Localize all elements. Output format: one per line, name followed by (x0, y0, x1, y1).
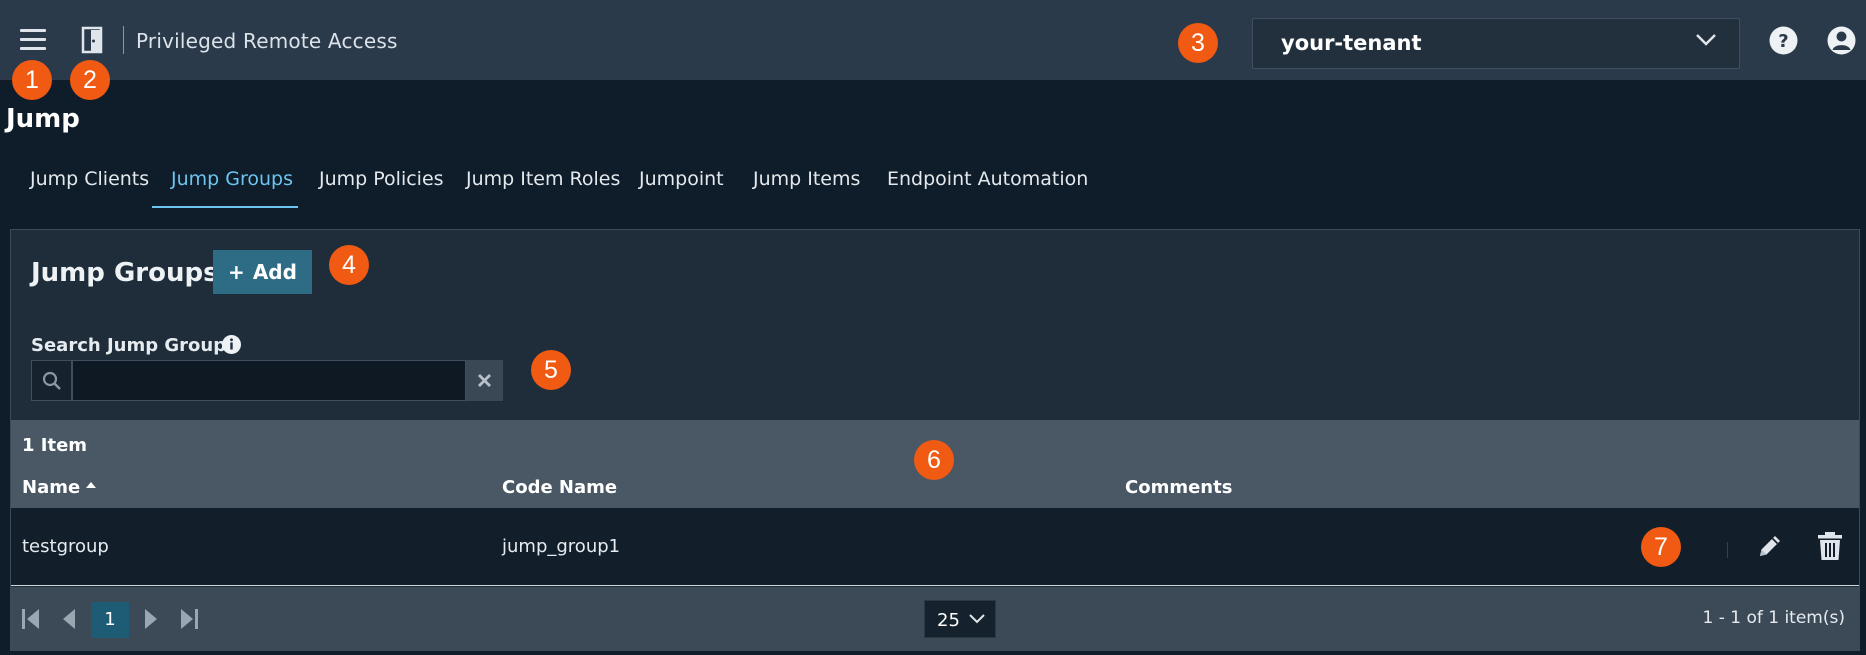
column-header-comments[interactable]: Comments (1125, 477, 1232, 498)
add-button-label: Add (252, 260, 297, 284)
info-icon[interactable] (221, 334, 242, 355)
door-logo-icon (81, 26, 103, 54)
user-account-icon[interactable] (1826, 25, 1857, 56)
cell-name: testgroup (22, 536, 109, 557)
annotation-badge-6: 6 (914, 440, 954, 480)
tab-jump-policies[interactable]: Jump Policies (319, 168, 444, 190)
tenant-value: your-tenant (1281, 31, 1422, 55)
search-icon (42, 371, 61, 390)
chevron-down-icon (1696, 34, 1716, 46)
jump-groups-panel: Jump Groups + Add 4 Search Jump Groups 5 … (10, 229, 1860, 651)
panel-title: Jump Groups (31, 258, 219, 288)
next-page-icon[interactable] (139, 607, 163, 631)
first-page-icon[interactable] (19, 607, 43, 631)
sort-ascending-icon (86, 482, 97, 488)
clear-search-button[interactable] (466, 360, 503, 401)
annotation-badge-3: 3 (1178, 23, 1218, 63)
annotation-badge-1: 1 (12, 60, 52, 100)
active-tab-indicator (152, 206, 298, 208)
close-icon (478, 374, 491, 387)
header-divider (123, 26, 124, 54)
annotation-badge-5: 5 (531, 350, 571, 390)
annotation-badge-4: 4 (329, 245, 369, 285)
top-bar: Privileged Remote Access your-tenant ? (0, 0, 1866, 80)
page-number-current[interactable]: 1 (91, 602, 129, 638)
help-icon[interactable]: ? (1768, 25, 1799, 56)
grid-header: 1 Item Name Code Name Comments 6 (11, 420, 1859, 508)
svg-text:?: ? (1778, 31, 1788, 52)
column-header-name-label: Name (22, 477, 81, 498)
row-action-divider (1727, 542, 1728, 558)
tab-jump-item-roles[interactable]: Jump Item Roles (466, 168, 620, 190)
pagination-bar: 1 25 1 - 1 of 1 item(s) (11, 587, 1859, 651)
page-size-select[interactable]: 25 (924, 600, 996, 638)
hamburger-icon[interactable] (20, 29, 46, 51)
annotation-badge-2: 2 (70, 60, 110, 100)
tenant-select[interactable]: your-tenant (1252, 18, 1740, 69)
annotation-badge-7: 7 (1641, 527, 1681, 567)
item-count: 1 Item (22, 435, 88, 456)
tab-endpoint-automation[interactable]: Endpoint Automation (887, 168, 1088, 190)
trash-icon[interactable] (1815, 530, 1845, 562)
search-field (31, 360, 503, 401)
tab-jump-groups[interactable]: Jump Groups (171, 168, 293, 190)
search-input[interactable] (72, 360, 466, 401)
column-header-name[interactable]: Name (22, 477, 97, 498)
last-page-icon[interactable] (177, 607, 201, 631)
search-label: Search Jump Groups (31, 335, 237, 356)
tab-jump-items[interactable]: Jump Items (753, 168, 860, 190)
column-header-code-name[interactable]: Code Name (502, 477, 617, 498)
chevron-down-icon (969, 614, 985, 624)
cell-code-name: jump_group1 (502, 536, 621, 557)
pagination-summary: 1 - 1 of 1 item(s) (1702, 608, 1845, 628)
add-button[interactable]: + Add (213, 250, 312, 294)
tab-bar: Jump Clients Jump Groups Jump Policies J… (0, 160, 1200, 210)
search-icon-box (31, 360, 72, 401)
table-row[interactable]: testgroup jump_group1 7 (11, 508, 1859, 586)
plus-icon: + (228, 260, 245, 284)
page-size-value: 25 (937, 610, 960, 631)
edit-pencil-icon[interactable] (1754, 530, 1786, 562)
tab-jump-clients[interactable]: Jump Clients (30, 168, 149, 190)
app-title: Privileged Remote Access (136, 29, 398, 53)
page-title: Jump (6, 104, 80, 134)
tab-jumpoint[interactable]: Jumpoint (639, 168, 724, 190)
previous-page-icon[interactable] (57, 607, 81, 631)
